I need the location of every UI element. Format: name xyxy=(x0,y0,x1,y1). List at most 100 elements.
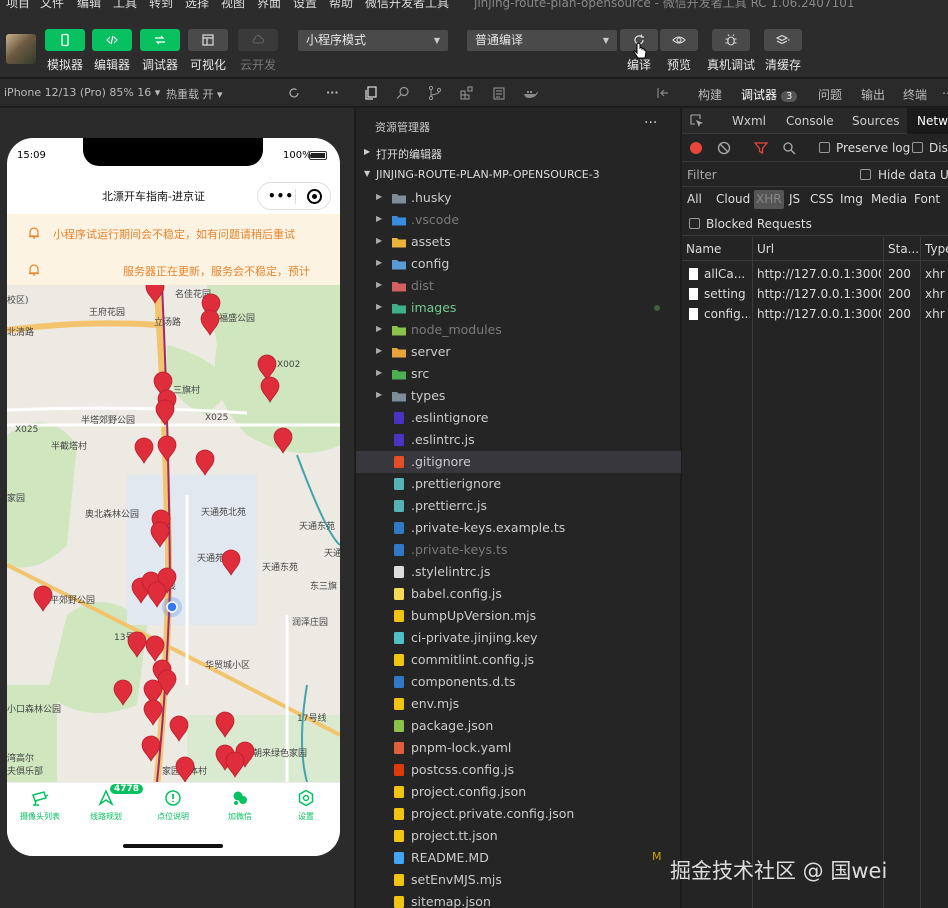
clear-cache-button[interactable] xyxy=(764,29,802,51)
file-item[interactable]: bumpUpVersion.mjs xyxy=(356,605,681,627)
file-item[interactable]: env.mjs xyxy=(356,693,681,715)
avatar[interactable] xyxy=(6,34,36,64)
tab-sources[interactable]: Sources xyxy=(852,114,899,128)
search-icon[interactable] xyxy=(395,85,411,101)
tab-terminal[interactable]: 终端 xyxy=(903,86,927,103)
file-item[interactable]: .eslintignore xyxy=(356,407,681,429)
extensions-icon[interactable] xyxy=(459,85,475,101)
column-header-name[interactable]: Name xyxy=(682,237,753,261)
file-item[interactable]: .stylelintrc.js xyxy=(356,561,681,583)
menu-item-interface[interactable]: 界面 xyxy=(257,0,281,11)
rotate-icon[interactable] xyxy=(286,85,302,101)
clear-icon[interactable] xyxy=(717,141,731,155)
menu-item-select[interactable]: 选择 xyxy=(185,0,209,11)
file-item[interactable]: babel.config.js xyxy=(356,583,681,605)
docker-icon[interactable] xyxy=(523,85,539,101)
folder-item[interactable]: ▶ images xyxy=(356,297,681,319)
hot-reload-toggle[interactable]: 热重载 开 ▾ xyxy=(166,86,223,102)
menu-item-view[interactable]: 视图 xyxy=(221,0,245,11)
visual-button[interactable] xyxy=(188,29,228,51)
tab-network[interactable]: Netwo xyxy=(907,108,948,134)
file-item[interactable]: package.json xyxy=(356,715,681,737)
file-item[interactable]: project.private.config.json xyxy=(356,803,681,825)
menu-item-help[interactable]: 帮助 xyxy=(329,0,353,11)
column-header-url[interactable]: Url xyxy=(753,237,884,261)
folder-item[interactable]: ▶ config xyxy=(356,253,681,275)
record-icon[interactable] xyxy=(690,142,702,154)
table-row[interactable]: config... http://127.0.0.1:3000/... 200 xhr xyxy=(682,304,948,324)
file-item[interactable]: .private-keys.example.ts xyxy=(356,517,681,539)
blocked-requests-checkbox[interactable] xyxy=(689,218,700,229)
disable-cache-checkbox[interactable] xyxy=(912,142,923,153)
miniprogram-capsule[interactable]: ••• xyxy=(257,182,331,210)
file-item[interactable]: components.d.ts xyxy=(356,671,681,693)
type-cloud[interactable]: Cloud xyxy=(716,192,750,206)
file-item[interactable]: .prettierignore xyxy=(356,473,681,495)
tab-output[interactable]: 输出 xyxy=(861,86,885,103)
tab-wxml[interactable]: Wxml xyxy=(732,114,766,128)
type-img[interactable]: Img xyxy=(840,192,863,206)
preserve-log-checkbox[interactable] xyxy=(819,142,830,153)
file-item[interactable]: project.config.json xyxy=(356,781,681,803)
filter-icon[interactable] xyxy=(754,141,768,155)
tab-point-info[interactable]: 点位说明 xyxy=(140,789,206,822)
collapse-panel-icon[interactable] xyxy=(655,85,671,101)
type-all[interactable]: All xyxy=(687,192,702,206)
menu-item-file[interactable]: 文件 xyxy=(40,0,64,11)
table-row[interactable]: setting http://127.0.0.1:3000/... 200 xhr xyxy=(682,284,948,304)
tab-build[interactable]: 构建 xyxy=(698,86,722,103)
tab-console[interactable]: Console xyxy=(786,114,834,128)
inspect-icon[interactable] xyxy=(690,114,704,128)
device-select[interactable]: iPhone 12/13 (Pro) 85% 16 ▾ xyxy=(4,86,160,99)
simulator-button[interactable] xyxy=(45,29,85,51)
project-section[interactable]: ▼ JINJING-ROUTE-PLAN-MP-OPENSOURCE-3 xyxy=(356,165,681,187)
editor-button[interactable] xyxy=(92,29,132,51)
file-item[interactable]: setEnvMJS.mjs xyxy=(356,869,681,891)
type-xhr[interactable]: XHR xyxy=(754,190,784,209)
file-item[interactable]: project.tt.json xyxy=(356,825,681,847)
file-item[interactable]: .private-keys.ts xyxy=(356,539,681,561)
filter-input[interactable]: Filter xyxy=(687,168,717,182)
git-branch-icon[interactable] xyxy=(427,85,443,101)
column-header-status[interactable]: Sta... xyxy=(884,237,921,261)
file-item[interactable]: .prettierrc.js xyxy=(356,495,681,517)
tab-debugger[interactable]: 调试器 3 xyxy=(741,86,798,103)
tab-problems[interactable]: 问题 xyxy=(818,86,842,103)
file-item[interactable]: README.MD M xyxy=(356,847,681,869)
files-icon[interactable] xyxy=(363,85,379,101)
type-css[interactable]: CSS xyxy=(810,192,834,206)
mode-select[interactable]: 小程序模式 ▼ xyxy=(298,30,448,51)
file-item[interactable]: ci-private.jinjing.key xyxy=(356,627,681,649)
type-font[interactable]: Font xyxy=(914,192,940,206)
folder-item[interactable]: ▶ assets xyxy=(356,231,681,253)
menu-item-tools[interactable]: 工具 xyxy=(113,0,137,11)
folder-item[interactable]: ▶ .husky xyxy=(356,187,681,209)
file-item[interactable]: pnpm-lock.yaml xyxy=(356,737,681,759)
menu-item-project[interactable]: 项目 xyxy=(6,0,30,11)
map-view[interactable]: 校区) 王府花园 名佳花园 福盛公园 立汤路 北清路 X002 三旗村 X025 半塔郊野公园 X0… xyxy=(7,285,340,782)
hide-data-urls-checkbox[interactable] xyxy=(860,169,871,180)
folder-item[interactable]: ▶ node_modules xyxy=(356,319,681,341)
menu-item-edit[interactable]: 编辑 xyxy=(77,0,101,11)
cloud-dev-button[interactable] xyxy=(238,29,278,51)
folder-item[interactable]: ▶ types xyxy=(356,385,681,407)
search-icon[interactable] xyxy=(782,141,796,155)
file-item[interactable]: sitemap.json xyxy=(356,891,681,908)
capsule-close-icon[interactable] xyxy=(307,189,322,204)
more-icon[interactable]: ⋯ xyxy=(942,86,948,100)
menu-item-settings[interactable]: 设置 xyxy=(293,0,317,11)
capsule-more-icon[interactable]: ••• xyxy=(268,189,294,203)
file-item[interactable]: commitlint.config.js xyxy=(356,649,681,671)
folder-item[interactable]: ▶ .vscode xyxy=(356,209,681,231)
clipboard-icon[interactable] xyxy=(491,85,507,101)
folder-item[interactable]: ▶ server xyxy=(356,341,681,363)
remote-debug-button[interactable] xyxy=(712,29,750,51)
tab-add-wechat[interactable]: 加微信 xyxy=(207,789,273,822)
column-header-type[interactable]: Type xyxy=(921,237,948,261)
table-row[interactable]: allCa... http://127.0.0.1:3000/... 200 xhr xyxy=(682,264,948,284)
preview-button[interactable] xyxy=(660,29,698,51)
open-editors-section[interactable]: ▶ 打开的编辑器 xyxy=(356,143,681,165)
tab-route-plan[interactable]: 4778 线路规划 xyxy=(73,783,145,822)
menu-item-goto[interactable]: 转到 xyxy=(149,0,173,11)
tab-camera-list[interactable]: 摄像头列表 xyxy=(7,789,73,822)
